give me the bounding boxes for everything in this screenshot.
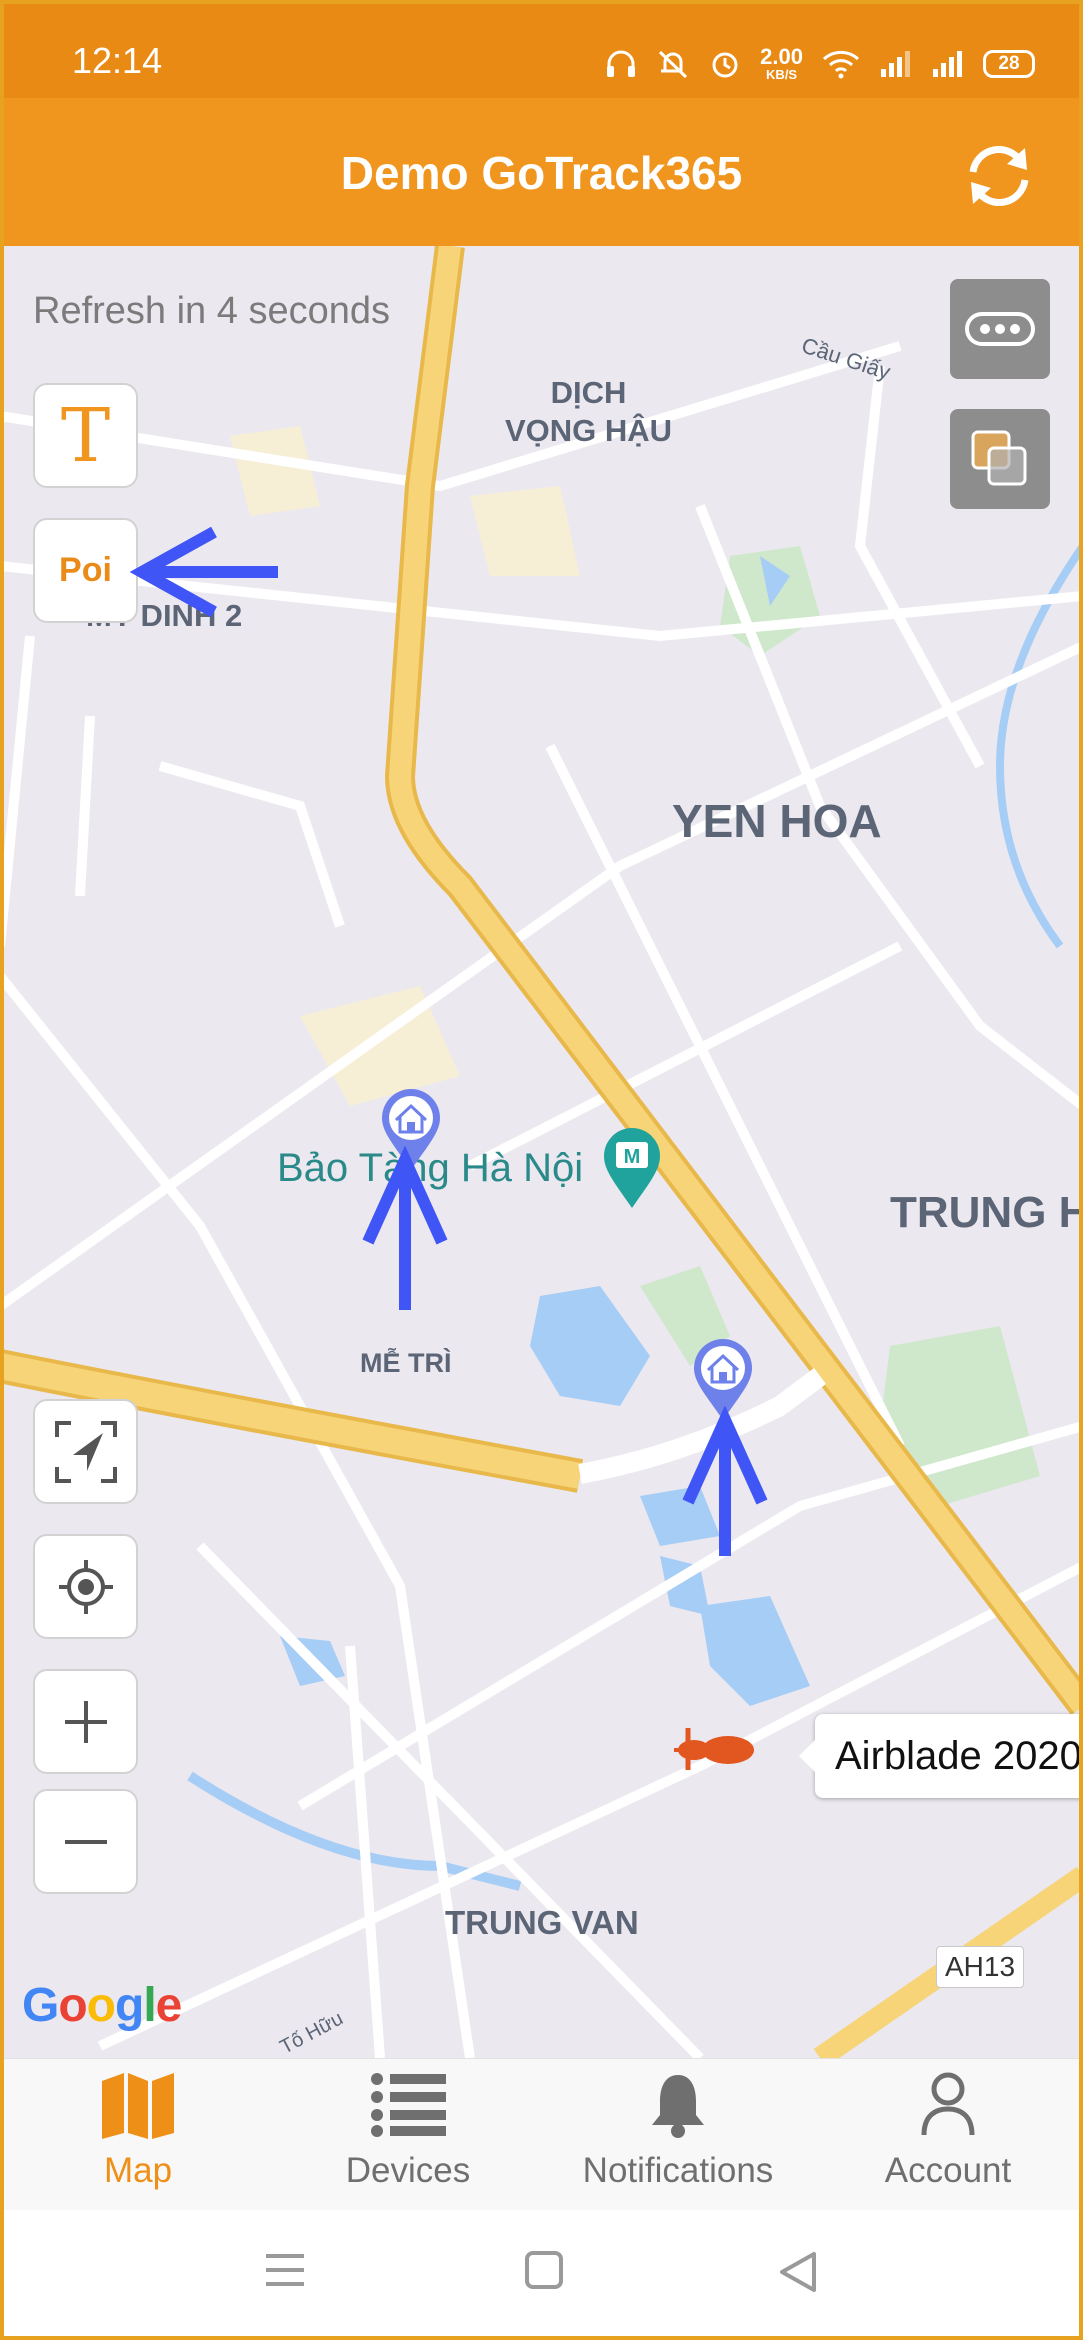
vehicle-marker-icon[interactable] — [668, 1724, 760, 1774]
zoom-in-button[interactable] — [33, 1669, 138, 1774]
net-speed: 2.00 KB/S — [760, 44, 803, 82]
nav-item-map[interactable]: Map — [3, 2059, 273, 2211]
bottom-nav: Map Devices Notifications Account — [0, 2058, 1083, 2211]
zoom-out-icon — [64, 1839, 107, 1844]
menu-icon[interactable] — [264, 2250, 306, 2290]
layers-button[interactable] — [950, 409, 1050, 509]
battery-indicator: 28 — [983, 49, 1035, 78]
google-logo: Google — [22, 1979, 182, 2032]
fit-bounds-button[interactable] — [33, 1399, 138, 1504]
nav-item-account[interactable]: Account — [813, 2059, 1083, 2211]
wifi-icon — [822, 50, 860, 78]
annotation-arrow-up-icon — [682, 1406, 768, 1556]
more-button[interactable] — [950, 279, 1050, 379]
refresh-icon[interactable] — [959, 136, 1039, 216]
annotation-arrow-left-icon — [129, 526, 278, 618]
poi-button[interactable]: Poi — [33, 518, 138, 623]
map-label-yen-hoa: YEN HOA — [672, 795, 882, 847]
text-toggle-label: T — [60, 392, 111, 479]
back-icon[interactable] — [778, 2250, 818, 2294]
vehicle-callout[interactable]: Airblade 2020 — [799, 1714, 1083, 1798]
signal-icon — [933, 50, 962, 77]
zoom-out-button[interactable] — [33, 1789, 138, 1894]
map-label-trung-van: TRUNG VAN — [445, 1904, 639, 1941]
nav-item-notifications[interactable]: Notifications — [543, 2059, 813, 2211]
signal-icon — [881, 50, 910, 77]
home-icon[interactable] — [524, 2250, 564, 2290]
mute-icon — [659, 50, 688, 78]
layers-icon — [971, 430, 1027, 486]
status-bar: 12:14 2.00 KB/S 28 — [0, 0, 1083, 98]
my-location-button[interactable] — [33, 1534, 138, 1639]
app-title: Demo GoTrack365 — [340, 147, 743, 199]
annotation-arrow-up-icon — [362, 1146, 448, 1310]
map-view[interactable]: DỊCH VỌNG HẬU MY DINH 2 YEN HOA TRUNG H … — [0, 246, 1083, 2058]
map-label-me-tri: MỄ TRÌ — [360, 1348, 452, 1378]
status-time: 12:14 — [72, 40, 163, 81]
refresh-countdown: Refresh in 4 seconds — [33, 290, 390, 332]
app-bar: Demo GoTrack365 — [0, 98, 1083, 246]
svg-text:M: M — [624, 1146, 641, 1168]
headphones-icon — [607, 50, 636, 77]
nav-item-devices[interactable]: Devices — [273, 2059, 543, 2211]
fit-bounds-icon — [54, 1420, 117, 1483]
map-icon — [102, 2073, 174, 2139]
system-nav-bar — [0, 2210, 1083, 2340]
poi-label: Poi — [59, 551, 112, 589]
map-label-dich-vong-hau: DỊCH VỌNG HẬU — [505, 375, 673, 448]
zoom-in-icon — [64, 1700, 107, 1743]
person-icon — [921, 2072, 975, 2136]
bell-icon — [652, 2075, 704, 2138]
list-icon — [371, 2073, 446, 2137]
more-icon — [965, 312, 1035, 346]
my-location-icon — [58, 1559, 113, 1614]
route-badge: AH13 — [936, 1946, 1025, 1988]
text-toggle-button[interactable]: T — [33, 383, 138, 488]
alarm-icon — [712, 52, 738, 77]
museum-pin-icon[interactable]: M — [600, 1126, 664, 1210]
map-label-trung-h: TRUNG H — [890, 1188, 1083, 1237]
